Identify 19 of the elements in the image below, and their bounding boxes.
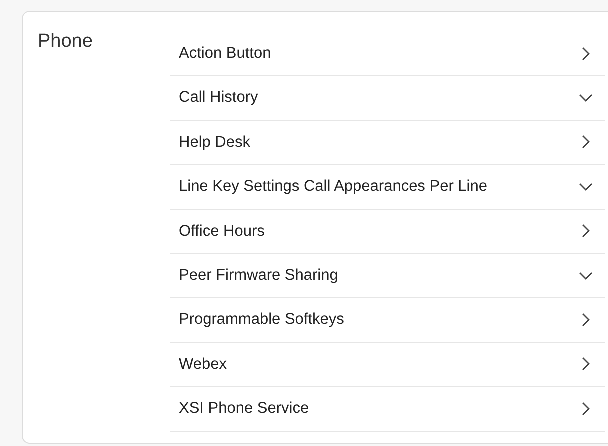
row-label: Webex — [179, 354, 227, 375]
settings-row[interactable]: Webex — [170, 342, 605, 388]
settings-row[interactable]: Line Key Settings Call Appearances Per Line — [170, 165, 605, 210]
settings-row[interactable]: XSI Phone Service — [170, 387, 605, 432]
section-title: Phone — [38, 31, 93, 52]
row-label: Help Desk — [179, 132, 250, 153]
row-label: Action Button — [179, 44, 272, 64]
row-label: XSI Phone Service — [179, 399, 310, 420]
settings-row[interactable]: Action Button — [170, 32, 605, 76]
settings-row[interactable]: Peer Firmware Sharing — [170, 254, 605, 298]
row-label: Office Hours — [179, 222, 265, 242]
settings-row[interactable]: Help Desk — [170, 120, 605, 166]
settings-row[interactable]: Programmable Softkeys — [170, 298, 605, 343]
settings-row[interactable]: Call History — [170, 76, 605, 121]
row-label: Line Key Settings Call Appearances Per Line — [179, 177, 488, 198]
row-label: Call History — [179, 88, 258, 108]
settings-row[interactable]: Office Hours — [170, 210, 605, 254]
row-label: Peer Firmware Sharing — [179, 266, 338, 286]
row-label: Programmable Softkeys — [179, 310, 344, 330]
